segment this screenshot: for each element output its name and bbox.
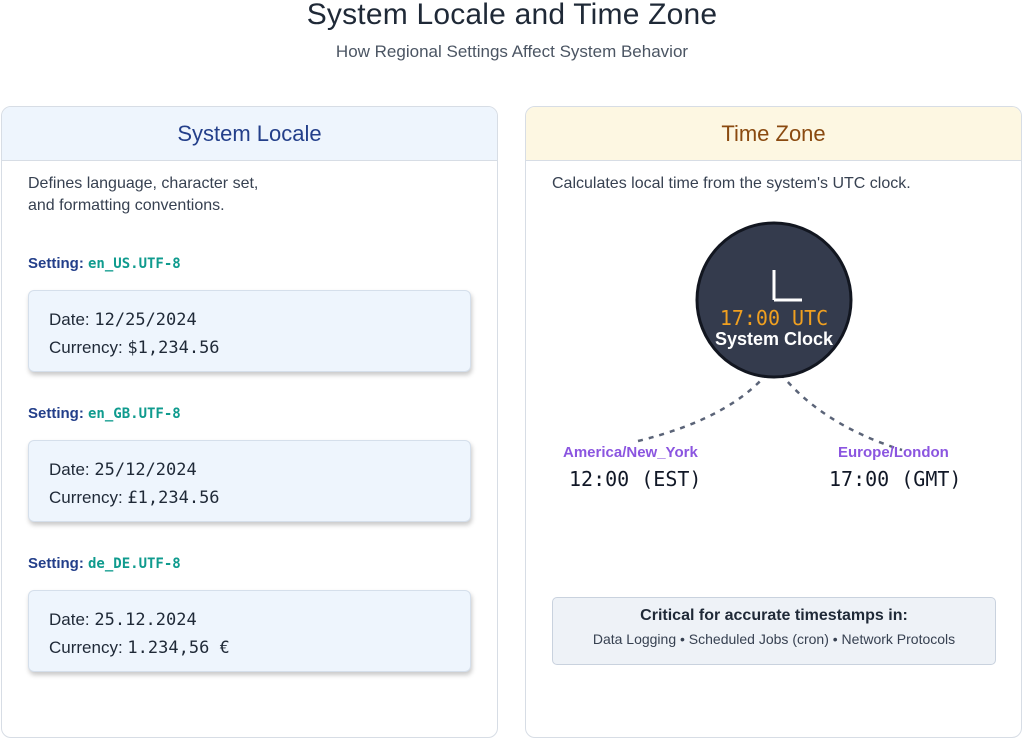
clock-time: 17:00 UTC: [720, 306, 828, 330]
date-value: 25.12.2024: [94, 610, 197, 630]
currency-row: Currency: 1.234,56 €: [49, 634, 450, 662]
time-zone-panel: Time Zone Calculates local time from the…: [525, 106, 1022, 738]
setting-prefix: Setting:: [28, 255, 84, 272]
date-value: 25/12/2024: [94, 460, 197, 480]
setting-prefix: Setting:: [28, 555, 84, 572]
zone-name: America/New_York: [563, 444, 698, 461]
date-row: Date: 12/25/2024: [49, 306, 450, 334]
zone-name: Europe/London: [838, 444, 949, 461]
date-prefix: Date:: [49, 610, 90, 629]
date-row: Date: 25/12/2024: [49, 456, 450, 484]
setting-prefix: Setting:: [28, 405, 84, 422]
currency-value: 1.234,56 €: [127, 638, 230, 658]
locale-format-card: Date: 12/25/2024 Currency: $1,234.56: [28, 290, 471, 372]
setting-value: en_GB.UTF-8: [88, 406, 181, 422]
setting-value: en_US.UTF-8: [88, 256, 181, 272]
zone-time: 17:00 (GMT): [829, 467, 962, 491]
currency-row: Currency: £1,234.56: [49, 484, 450, 512]
locale-description-line2: and formatting conventions.: [28, 197, 225, 214]
locale-format-card: Date: 25.12.2024 Currency: 1.234,56 €: [28, 590, 471, 672]
currency-prefix: Currency:: [49, 488, 123, 507]
setting-value: de_DE.UTF-8: [88, 556, 181, 572]
connector-new-york: [637, 364, 776, 443]
currency-value: $1,234.56: [127, 338, 220, 358]
currency-prefix: Currency:: [49, 338, 123, 357]
locale-heading: System Locale: [2, 107, 497, 161]
currency-row: Currency: $1,234.56: [49, 334, 450, 362]
connector-london: [772, 364, 903, 452]
clock-label: System Clock: [715, 329, 834, 349]
locale-setting-label: Setting: en_US.UTF-8: [28, 255, 181, 272]
timestamp-note: Critical for accurate timestamps in: Dat…: [552, 597, 996, 665]
note-title: Critical for accurate timestamps in:: [640, 607, 908, 624]
currency-prefix: Currency:: [49, 638, 123, 657]
date-value: 12/25/2024: [94, 310, 197, 330]
page-title: System Locale and Time Zone: [306, 0, 718, 31]
date-prefix: Date:: [49, 460, 90, 479]
note-body: Data Logging • Scheduled Jobs (cron) • N…: [592, 631, 956, 647]
date-row: Date: 25.12.2024: [49, 606, 450, 634]
locale-setting-label: Setting: en_GB.UTF-8: [28, 405, 181, 422]
locale-description: Defines language, character set, and for…: [28, 173, 328, 217]
page-subtitle: How Regional Settings Affect System Beha…: [335, 42, 689, 61]
locale-setting-label: Setting: de_DE.UTF-8: [28, 555, 181, 572]
date-prefix: Date:: [49, 310, 90, 329]
system-locale-panel: System Locale Defines language, characte…: [1, 106, 498, 738]
locale-description-line1: Defines language, character set,: [28, 175, 259, 192]
currency-value: £1,234.56: [127, 488, 220, 508]
locale-format-card: Date: 25/12/2024 Currency: £1,234.56: [28, 440, 471, 522]
zone-time: 12:00 (EST): [569, 467, 702, 491]
